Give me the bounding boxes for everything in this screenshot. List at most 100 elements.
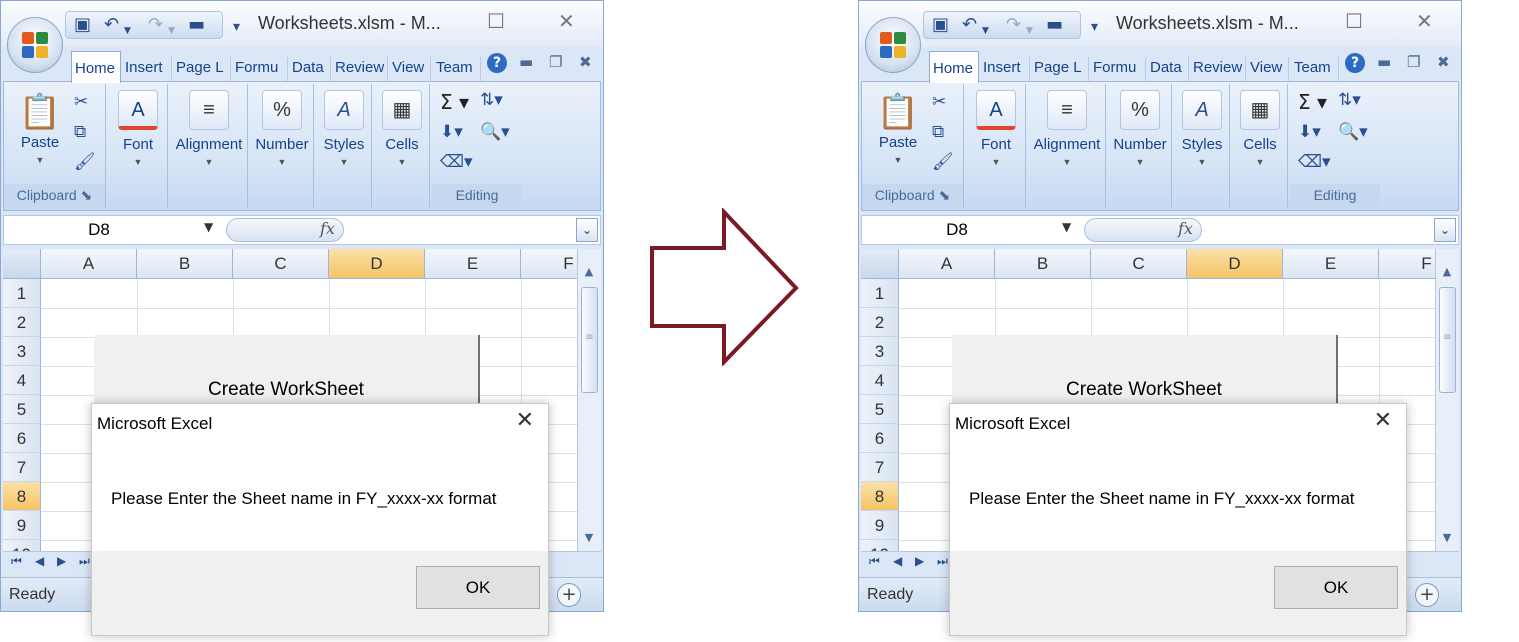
- tab-team[interactable]: Team: [433, 57, 481, 81]
- close-icon[interactable]: ✕: [1416, 9, 1433, 33]
- close-icon[interactable]: ✕: [1374, 408, 1392, 433]
- column-header[interactable]: B: [137, 249, 233, 279]
- row-header-selected[interactable]: 8: [3, 482, 41, 511]
- column-header[interactable]: C: [233, 249, 329, 279]
- clear-icon[interactable]: ⌫▾: [440, 152, 473, 172]
- scroll-thumb[interactable]: ≡: [581, 287, 598, 393]
- column-header-selected[interactable]: D: [1187, 249, 1283, 279]
- cells-button[interactable]: ▦ Cells ▼: [1232, 90, 1288, 167]
- scroll-down-icon[interactable]: ▼: [581, 531, 597, 544]
- sort-filter-icon[interactable]: ⇅▾: [1338, 90, 1361, 110]
- close-icon[interactable]: ✕: [558, 9, 575, 33]
- row-header[interactable]: 10: [861, 540, 899, 551]
- customize-qat-icon[interactable]: ▾: [1091, 17, 1098, 37]
- redo-icon[interactable]: ↷: [148, 15, 163, 35]
- customize-qat-icon[interactable]: ▾: [233, 17, 240, 37]
- tab-formulas[interactable]: Formu: [1090, 57, 1146, 81]
- insert-function-icon[interactable]: fx: [320, 219, 335, 238]
- tab-review[interactable]: Review: [1190, 57, 1246, 81]
- row-header[interactable]: 5: [861, 395, 899, 424]
- office-button[interactable]: [7, 17, 63, 73]
- quick-print-icon[interactable]: ▬: [188, 15, 205, 35]
- minimize-workbook-icon[interactable]: ▬: [1377, 53, 1391, 71]
- paste-button[interactable]: 📋 Paste ▼: [868, 90, 928, 165]
- row-header[interactable]: 2: [3, 308, 41, 337]
- scroll-up-icon[interactable]: ▲: [581, 265, 597, 278]
- close-workbook-icon[interactable]: ✖: [579, 53, 592, 71]
- column-header[interactable]: E: [1283, 249, 1379, 279]
- prev-sheet-icon[interactable]: ◀: [35, 554, 44, 568]
- font-button[interactable]: A Font ▼: [116, 90, 160, 167]
- redo-dropdown-icon[interactable]: ▼: [168, 21, 175, 41]
- expand-formula-bar-icon[interactable]: ⌄: [1434, 218, 1456, 242]
- select-all-corner[interactable]: [861, 249, 899, 279]
- column-header-selected[interactable]: D: [329, 249, 425, 279]
- quick-print-icon[interactable]: ▬: [1046, 15, 1063, 35]
- find-icon[interactable]: 🔍▾: [480, 122, 510, 142]
- fill-icon[interactable]: ⬇▾: [440, 122, 463, 142]
- minimize-workbook-icon[interactable]: ▬: [519, 53, 533, 71]
- row-header[interactable]: 3: [3, 337, 41, 366]
- cells-button[interactable]: ▦ Cells ▼: [374, 90, 430, 167]
- next-sheet-icon[interactable]: ▶: [57, 554, 66, 568]
- help-icon[interactable]: ?: [1345, 53, 1365, 73]
- vertical-scrollbar[interactable]: ▲ ≡ ▼: [1435, 249, 1459, 551]
- row-header[interactable]: 7: [3, 453, 41, 482]
- row-header[interactable]: 3: [861, 337, 899, 366]
- office-button[interactable]: [865, 17, 921, 73]
- clear-icon[interactable]: ⌫▾: [1298, 152, 1331, 172]
- row-header[interactable]: 1: [861, 279, 899, 308]
- last-sheet-icon[interactable]: ⏭: [79, 554, 90, 569]
- column-header[interactable]: A: [899, 249, 995, 279]
- tab-formulas[interactable]: Formu: [232, 57, 288, 81]
- autosum-icon[interactable]: Σ ▾: [440, 90, 469, 114]
- autosum-icon[interactable]: Σ ▾: [1298, 90, 1327, 114]
- row-header-selected[interactable]: 8: [861, 482, 899, 511]
- paste-button[interactable]: 📋 Paste ▼: [10, 90, 70, 165]
- next-sheet-icon[interactable]: ▶: [915, 554, 924, 568]
- tab-insert[interactable]: Insert: [122, 57, 172, 81]
- scroll-up-icon[interactable]: ▲: [1439, 265, 1455, 278]
- column-header[interactable]: A: [41, 249, 137, 279]
- fill-icon[interactable]: ⬇▾: [1298, 122, 1321, 142]
- row-header[interactable]: 9: [3, 511, 41, 540]
- row-header[interactable]: 4: [861, 366, 899, 395]
- styles-button[interactable]: A Styles ▼: [316, 90, 372, 167]
- name-box-dropdown-icon[interactable]: ▼: [204, 220, 213, 234]
- ok-button[interactable]: OK: [1274, 566, 1398, 609]
- scroll-thumb[interactable]: ≡: [1439, 287, 1456, 393]
- column-header[interactable]: C: [1091, 249, 1187, 279]
- column-header[interactable]: F: [521, 249, 577, 279]
- scroll-down-icon[interactable]: ▼: [1439, 531, 1455, 544]
- name-box[interactable]: D8: [862, 216, 1082, 244]
- last-sheet-icon[interactable]: ⏭: [937, 554, 948, 569]
- undo-icon[interactable]: ↶: [104, 15, 119, 35]
- maximize-icon[interactable]: ☐: [487, 9, 505, 33]
- row-header[interactable]: 4: [3, 366, 41, 395]
- format-painter-icon[interactable]: 🖌: [74, 152, 96, 172]
- row-header[interactable]: 6: [861, 424, 899, 453]
- find-icon[interactable]: 🔍▾: [1338, 122, 1368, 142]
- column-header[interactable]: F: [1379, 249, 1435, 279]
- tab-data[interactable]: Data: [1147, 57, 1189, 81]
- close-workbook-icon[interactable]: ✖: [1437, 53, 1450, 71]
- row-header[interactable]: 7: [861, 453, 899, 482]
- name-box[interactable]: D8: [4, 216, 224, 244]
- undo-dropdown-icon[interactable]: ▼: [982, 21, 989, 41]
- insert-function-icon[interactable]: fx: [1178, 219, 1193, 238]
- styles-button[interactable]: A Styles ▼: [1174, 90, 1230, 167]
- row-header[interactable]: 10: [3, 540, 41, 551]
- close-icon[interactable]: ✕: [516, 408, 534, 433]
- column-header[interactable]: B: [995, 249, 1091, 279]
- row-header[interactable]: 1: [3, 279, 41, 308]
- alignment-button[interactable]: ≡ Alignment ▼: [170, 90, 248, 167]
- prev-sheet-icon[interactable]: ◀: [893, 554, 902, 568]
- copy-icon[interactable]: ⧉: [74, 122, 86, 142]
- zoom-in-icon[interactable]: +: [1415, 583, 1439, 607]
- tab-home[interactable]: Home: [71, 51, 121, 83]
- restore-workbook-icon[interactable]: ❐: [549, 53, 562, 71]
- first-sheet-icon[interactable]: ⏮: [869, 554, 880, 569]
- sort-filter-icon[interactable]: ⇅▾: [480, 90, 503, 110]
- redo-icon[interactable]: ↷: [1006, 15, 1021, 35]
- tab-home[interactable]: Home: [929, 51, 979, 83]
